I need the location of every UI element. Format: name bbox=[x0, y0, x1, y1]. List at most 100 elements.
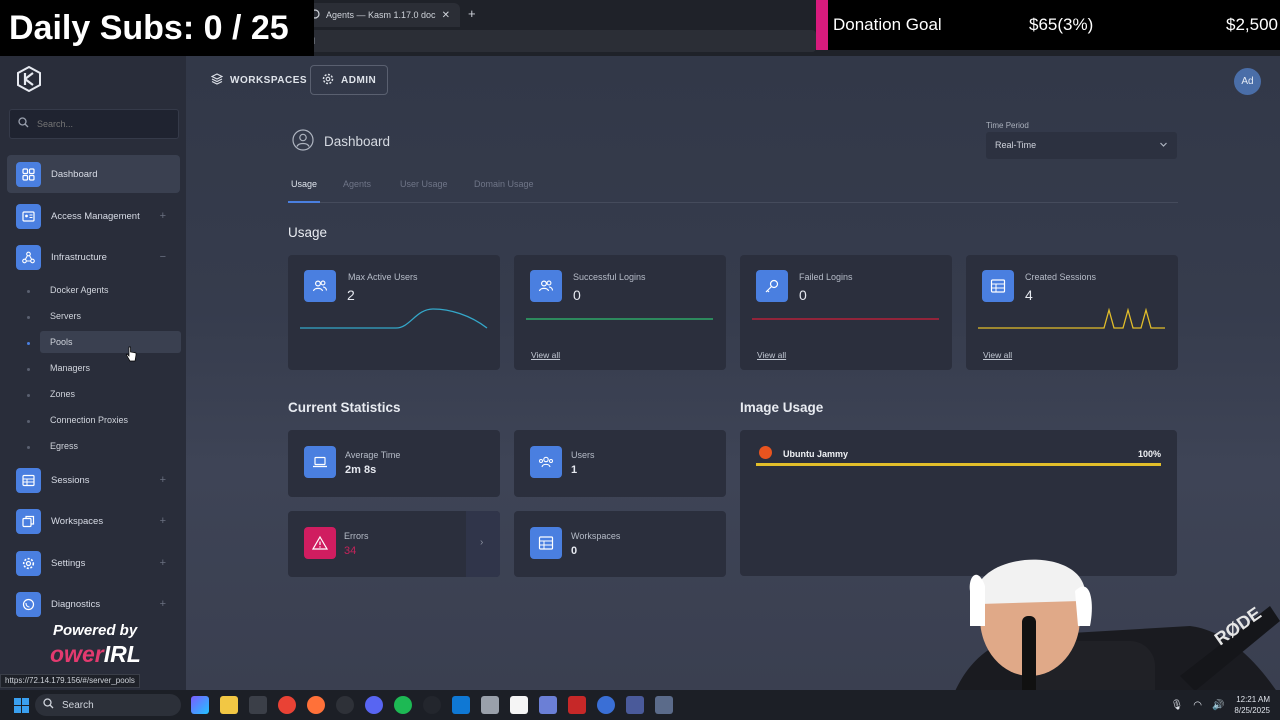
dashboard-tabs: Usage Agents User Usage Domain Usage bbox=[288, 173, 1178, 203]
view-all-failed-logins-link[interactable]: View all bbox=[757, 350, 786, 360]
search-icon bbox=[18, 115, 29, 133]
taskbar-clock[interactable]: 12:21 AM 8/25/2025 bbox=[1234, 694, 1270, 716]
sidebar-item-label: Dashboard bbox=[51, 168, 98, 180]
sub-item-dot bbox=[27, 368, 30, 371]
browser-tab[interactable]: Agents — Kasm 1.17.0 documen ✕ bbox=[300, 3, 460, 27]
kasm-logo-icon[interactable] bbox=[16, 65, 42, 93]
failed-logins-card: Failed Logins 0 View all bbox=[740, 255, 952, 370]
app-icon[interactable] bbox=[568, 696, 586, 714]
sidebar-item-label: Workspaces bbox=[51, 515, 104, 527]
image-usage-bar bbox=[756, 463, 1161, 466]
ubuntu-logo-icon bbox=[759, 446, 772, 459]
settings-app-icon[interactable] bbox=[249, 696, 267, 714]
table-icon bbox=[16, 467, 41, 493]
chevron-right-icon[interactable]: › bbox=[480, 537, 483, 548]
card-label: Users bbox=[571, 450, 595, 460]
volume-icon[interactable]: 🔊 bbox=[1212, 700, 1224, 711]
photos-icon[interactable] bbox=[539, 696, 557, 714]
sidebar-subitem-zones[interactable]: Zones bbox=[40, 383, 181, 405]
errors-stat-card[interactable]: Errors 34 bbox=[288, 511, 500, 577]
chrome-icon[interactable] bbox=[278, 696, 296, 714]
wifi-icon[interactable]: ◠ bbox=[1193, 700, 1202, 711]
collapse-minus-icon[interactable]: − bbox=[160, 251, 180, 263]
image-percent: 100% bbox=[1137, 449, 1161, 459]
new-tab-button[interactable]: + bbox=[468, 6, 476, 21]
card-label: Average Time bbox=[345, 450, 401, 460]
file-explorer-icon[interactable] bbox=[220, 696, 238, 714]
tab-domain-usage[interactable]: Domain Usage bbox=[474, 179, 534, 189]
sidebar-subitem-connection-proxies[interactable]: Connection Proxies bbox=[40, 409, 181, 431]
address-bar[interactable]: d bbox=[300, 30, 816, 52]
card-label: Created Sessions bbox=[1025, 272, 1097, 282]
sidebar-item-diagnostics[interactable]: Diagnostics + bbox=[7, 585, 180, 623]
outlook-icon[interactable] bbox=[452, 696, 470, 714]
sidebar-subitem-pools[interactable]: Pools bbox=[40, 331, 181, 353]
page-title: Dashboard bbox=[292, 129, 390, 154]
obs-icon[interactable] bbox=[423, 696, 441, 714]
taskbar-search[interactable]: Search bbox=[35, 694, 181, 716]
active-tab-indicator bbox=[288, 201, 320, 203]
sidebar-subitem-docker-agents[interactable]: Docker Agents bbox=[40, 279, 181, 301]
powered-brand: owerIRL bbox=[50, 641, 170, 668]
time-period-label: Time Period bbox=[986, 121, 1029, 130]
sidebar-item-settings[interactable]: Settings + bbox=[7, 544, 180, 582]
tab-agents[interactable]: Agents bbox=[343, 179, 371, 189]
chrome-dev-icon[interactable] bbox=[597, 696, 615, 714]
sidebar-item-sessions[interactable]: Sessions + bbox=[7, 461, 180, 499]
calculator-icon[interactable] bbox=[655, 696, 673, 714]
sidebar-item-label: Access Management bbox=[51, 210, 140, 222]
max-active-users-card: Max Active Users 2 bbox=[288, 255, 500, 370]
microphone-icon[interactable]: 🎙 bbox=[1171, 700, 1184, 711]
close-tab-icon[interactable]: ✕ bbox=[442, 10, 450, 21]
remote-desktop-icon[interactable] bbox=[626, 696, 644, 714]
sidebar-item-workspaces[interactable]: Workspaces + bbox=[7, 502, 180, 540]
clock-time: 12:21 AM bbox=[1236, 695, 1270, 704]
view-all-created-sessions-link[interactable]: View all bbox=[983, 350, 1012, 360]
card-value: 0 bbox=[571, 545, 578, 557]
windows-taskbar: Search 🎙 ◠ 🔊 12:21 AM 8/25/2025 bbox=[0, 690, 1280, 720]
sidebar-search[interactable] bbox=[9, 109, 179, 139]
expand-plus-icon[interactable]: + bbox=[160, 515, 180, 527]
sidebar-subitem-egress[interactable]: Egress bbox=[40, 435, 181, 457]
failed-logins-sparkline bbox=[752, 318, 939, 320]
workspaces-nav-button[interactable]: WORKSPACES bbox=[200, 65, 318, 95]
sidebar-item-access-management[interactable]: Access Management + bbox=[7, 197, 180, 235]
sidebar-item-dashboard[interactable]: Dashboard bbox=[7, 155, 180, 193]
view-all-successful-logins-link[interactable]: View all bbox=[531, 350, 560, 360]
sidebar-item-label: Sessions bbox=[51, 474, 90, 486]
usage-section-title: Usage bbox=[288, 225, 328, 240]
powered-brand-part-1: ower bbox=[50, 641, 104, 667]
page-title-text: Dashboard bbox=[324, 134, 391, 149]
spotify-icon[interactable] bbox=[394, 696, 412, 714]
expand-plus-icon[interactable]: + bbox=[160, 598, 180, 610]
avatar[interactable]: Ad bbox=[1234, 68, 1261, 95]
average-time-card: Average Time 2m 8s bbox=[288, 430, 500, 497]
sidebar-subitem-servers[interactable]: Servers bbox=[40, 305, 181, 327]
tab-usage[interactable]: Usage bbox=[291, 179, 317, 189]
sidebar-item-infrastructure[interactable]: Infrastructure − bbox=[7, 238, 180, 276]
mail-icon[interactable] bbox=[481, 696, 499, 714]
chatgpt-icon[interactable] bbox=[336, 696, 354, 714]
browser-tabbar: Agents — Kasm 1.17.0 documen ✕ + bbox=[300, 0, 820, 27]
table-icon bbox=[982, 270, 1014, 302]
sidebar-subitem-managers[interactable]: Managers bbox=[40, 357, 181, 379]
tab-user-usage[interactable]: User Usage bbox=[400, 179, 448, 189]
taskbar-apps bbox=[191, 696, 673, 714]
key-icon bbox=[756, 270, 788, 302]
taskbar-search-label: Search bbox=[62, 699, 94, 711]
donation-goal-amount: $65(3%) bbox=[1029, 15, 1094, 34]
expand-plus-icon[interactable]: + bbox=[160, 557, 180, 569]
expand-plus-icon[interactable]: + bbox=[160, 474, 180, 486]
table-icon bbox=[530, 527, 562, 559]
users-icon bbox=[304, 270, 336, 302]
windows-start-icon[interactable] bbox=[14, 697, 29, 713]
time-period-select[interactable]: Real-Time bbox=[986, 132, 1177, 159]
discord-icon[interactable] bbox=[365, 696, 383, 714]
card-label: Successful Logins bbox=[573, 272, 646, 282]
expand-plus-icon[interactable]: + bbox=[160, 210, 180, 222]
admin-nav-button[interactable]: ADMIN bbox=[310, 65, 389, 95]
notion-icon[interactable] bbox=[510, 696, 528, 714]
firefox-icon[interactable] bbox=[307, 696, 325, 714]
copilot-icon[interactable] bbox=[191, 696, 209, 714]
sidebar-search-input[interactable] bbox=[37, 119, 167, 129]
